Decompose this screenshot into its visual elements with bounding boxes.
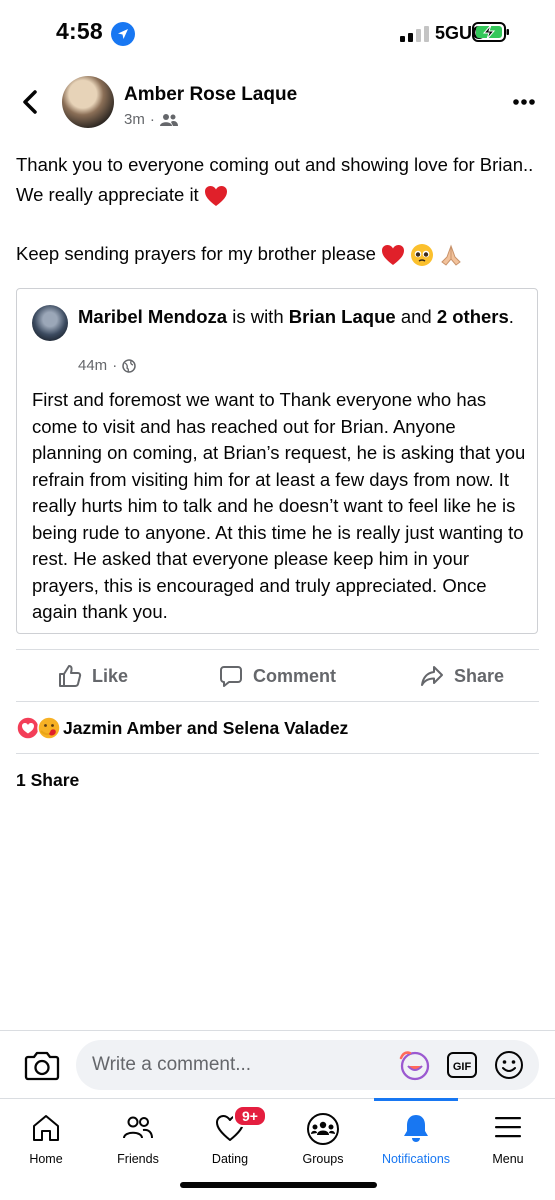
gif-icon[interactable]: GIF bbox=[446, 1050, 478, 1080]
post-text-line1: Thank you to everyone coming out and sho… bbox=[16, 150, 536, 210]
pleading-face-emoji-icon bbox=[411, 244, 434, 267]
post-author[interactable]: Amber Rose Laque bbox=[124, 84, 297, 106]
back-arrow-icon[interactable] bbox=[18, 88, 44, 116]
praying-hands-emoji-icon bbox=[441, 244, 462, 266]
tagged-person[interactable]: Brian Laque bbox=[289, 306, 396, 327]
tab-dating-label: Dating bbox=[211, 1152, 249, 1166]
with-text: is with bbox=[232, 306, 284, 327]
like-button[interactable]: Like bbox=[58, 664, 128, 688]
share-label: Share bbox=[454, 665, 505, 686]
tab-home[interactable]: Home bbox=[0, 1104, 92, 1168]
meta-dot: · bbox=[149, 111, 155, 128]
avatar-sticker-icon[interactable] bbox=[398, 1048, 432, 1082]
dating-badge: 9+ bbox=[233, 1105, 267, 1127]
meta-dot: · bbox=[112, 357, 118, 374]
tab-groups-label: Groups bbox=[302, 1152, 344, 1166]
divider bbox=[16, 701, 539, 702]
tab-notifications[interactable]: Notifications bbox=[370, 1104, 462, 1168]
globe-icon bbox=[122, 358, 136, 373]
hamburger-menu-icon bbox=[495, 1117, 521, 1138]
comment-placeholder[interactable]: Write a comment... bbox=[92, 1054, 251, 1076]
gif-label: GIF bbox=[453, 1061, 472, 1073]
status-time: 4:58 bbox=[56, 18, 103, 44]
comment-icon bbox=[220, 666, 242, 687]
divider bbox=[0, 1098, 555, 1099]
tab-notifications-label: Notifications bbox=[381, 1152, 451, 1166]
shared-meta: 44m · bbox=[78, 357, 136, 374]
period: . bbox=[508, 306, 514, 327]
red-heart-emoji-icon bbox=[382, 245, 405, 266]
tab-groups[interactable]: Groups bbox=[277, 1104, 369, 1168]
emoji-smiley-icon[interactable] bbox=[494, 1050, 524, 1080]
shared-time[interactable]: 44m bbox=[78, 357, 107, 374]
comment-button[interactable]: Comment bbox=[219, 664, 336, 688]
share-count[interactable]: 1 Share bbox=[16, 770, 79, 791]
tagged-others[interactable]: 2 others bbox=[437, 306, 509, 327]
divider bbox=[0, 1030, 555, 1031]
more-options-icon[interactable] bbox=[512, 98, 536, 106]
bell-icon bbox=[404, 1115, 428, 1142]
red-heart-emoji-icon bbox=[204, 186, 227, 207]
home-indicator bbox=[180, 1182, 377, 1188]
home-icon bbox=[33, 1115, 59, 1141]
reaction-icons[interactable] bbox=[16, 716, 61, 740]
groups-icon bbox=[307, 1113, 339, 1145]
post-text-1: Thank you to everyone coming out and sho… bbox=[16, 154, 534, 205]
share-button[interactable]: Share bbox=[420, 664, 504, 688]
divider bbox=[16, 649, 539, 650]
post-time[interactable]: 3m bbox=[124, 111, 145, 128]
shared-author-avatar[interactable] bbox=[32, 305, 68, 341]
author-avatar[interactable] bbox=[62, 76, 114, 128]
reaction-names[interactable]: Jazmin Amber and Selena Valadez bbox=[63, 718, 348, 739]
care-reaction-icon bbox=[37, 716, 61, 740]
battery-charging-icon bbox=[472, 22, 509, 42]
signal-icon bbox=[400, 26, 429, 42]
post-meta: 3m · bbox=[124, 111, 178, 128]
thumbs-up-icon bbox=[59, 665, 82, 687]
post-text-line2: Keep sending prayers for my brother plea… bbox=[16, 239, 536, 269]
location-arrow-icon bbox=[111, 22, 135, 46]
tab-friends[interactable]: Friends bbox=[92, 1104, 184, 1168]
tab-menu[interactable]: Menu bbox=[462, 1104, 554, 1168]
friends-audience-icon bbox=[159, 113, 178, 126]
share-arrow-icon bbox=[421, 666, 443, 686]
tab-home-label: Home bbox=[29, 1152, 63, 1166]
shared-post-header: Maribel Mendoza is with Brian Laque and … bbox=[78, 303, 518, 330]
tab-friends-label: Friends bbox=[117, 1152, 159, 1166]
tab-menu-label: Menu bbox=[492, 1152, 524, 1166]
divider bbox=[16, 753, 539, 754]
shared-author[interactable]: Maribel Mendoza bbox=[78, 306, 227, 327]
post-text-2: Keep sending prayers for my brother plea… bbox=[16, 243, 376, 264]
comment-label: Comment bbox=[253, 665, 337, 686]
shared-post-body: First and foremost we want to Thank ever… bbox=[32, 389, 526, 622]
active-tab-indicator bbox=[374, 1098, 458, 1101]
camera-icon[interactable] bbox=[24, 1048, 60, 1082]
like-label: Like bbox=[92, 665, 129, 686]
friends-icon bbox=[123, 1116, 153, 1139]
and-text: and bbox=[400, 306, 432, 327]
